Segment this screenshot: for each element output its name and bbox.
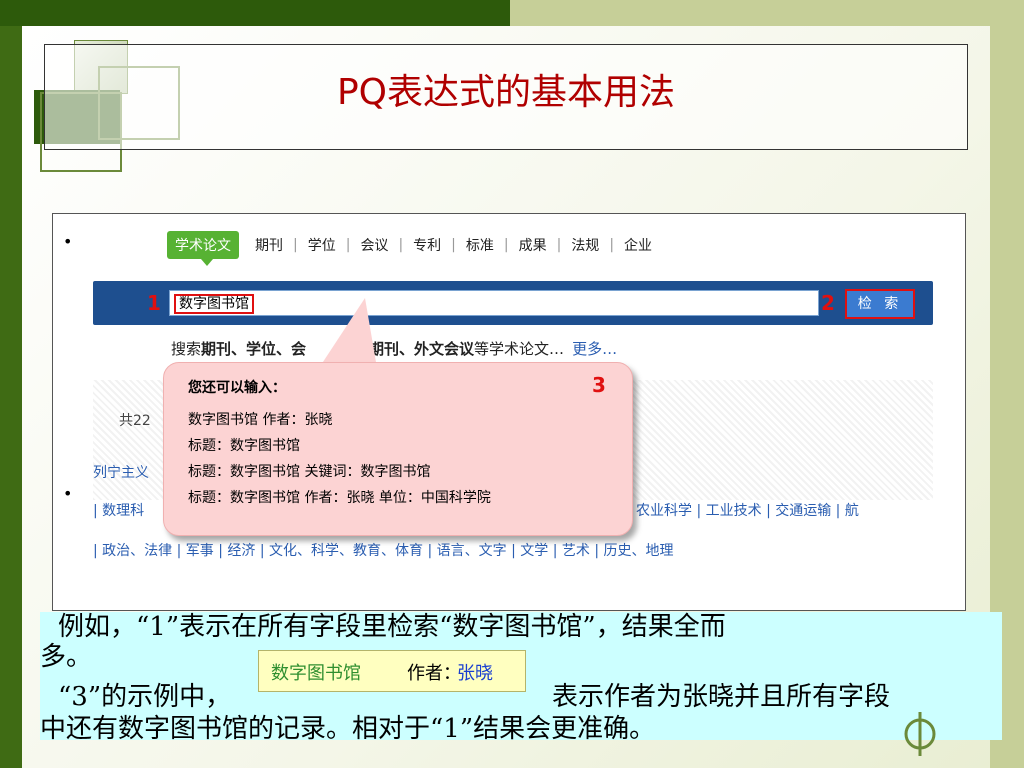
explanation-line-4: 中还有数字图书馆的记录。相对于“1”结果会更准确。 bbox=[40, 714, 656, 744]
title-box: PQ表达式的基本用法 bbox=[44, 44, 968, 150]
tab-regulations[interactable]: 法规 bbox=[571, 235, 599, 255]
suggestion-item[interactable]: 标题：数字图书馆 作者：张晓 单位：中国科学院 bbox=[188, 487, 491, 507]
more-link[interactable]: 更多… bbox=[572, 340, 617, 358]
tab-separator: | bbox=[451, 237, 456, 253]
category-link[interactable]: 列宁主义 bbox=[93, 462, 149, 482]
tab-conferences[interactable]: 会议 bbox=[360, 235, 388, 255]
explanation-box: 例如，“1”表示在所有字段里检索“数字图书馆”，结果全而 多。 “3”的示例中，… bbox=[40, 612, 1002, 744]
search-hint: 搜索期刊、学位、会 文期刊、外文会议等学术论文… 更多… bbox=[171, 338, 617, 359]
explanation-line-2: 多。 bbox=[40, 642, 93, 672]
suggestion-item[interactable]: 数字图书馆 作者：张晓 bbox=[188, 409, 332, 429]
search-button[interactable]: 检 索 bbox=[845, 289, 915, 319]
bullet: • bbox=[63, 484, 73, 503]
search-bar: 1 数字图书馆 2 检 索 bbox=[93, 281, 933, 325]
marker-2: 2 bbox=[821, 291, 835, 315]
tab-separator: | bbox=[398, 237, 404, 253]
top-decor-band-light bbox=[510, 0, 1024, 26]
screenshot-panel: • • 学术论文 期刊 | 学位 | 会议 | 专利 | 标准 | 成果 | 法规 | 企业 … bbox=[52, 213, 966, 611]
tab-separator: | bbox=[345, 237, 351, 253]
tab-degrees[interactable]: 学位 bbox=[308, 235, 336, 255]
search-tabs: 学术论文 期刊 | 学位 | 会议 | 专利 | 标准 | 成果 | 法规 | 企业 bbox=[167, 230, 658, 266]
slide: PQ表达式的基本用法 • • 学术论文 期刊 | 学位 | 会议 | 专利 | 标准 | … bbox=[0, 0, 1024, 768]
tab-enterprises[interactable]: 企业 bbox=[624, 235, 652, 255]
hint-prefix: 搜索 bbox=[171, 340, 202, 358]
bullet: • bbox=[63, 232, 73, 251]
search-input[interactable]: 数字图书馆 bbox=[169, 290, 819, 316]
suggestion-item[interactable]: 标题：数字图书馆 bbox=[188, 435, 300, 455]
hint-suffix: 等学术论文… bbox=[474, 340, 565, 358]
marker-3: 3 bbox=[592, 373, 606, 397]
tab-separator: | bbox=[293, 237, 298, 253]
tab-standards[interactable]: 标准 bbox=[466, 235, 494, 255]
suggestion-item[interactable]: 标题：数字图书馆 关键词：数字图书馆 bbox=[188, 461, 430, 481]
example-part-3: 张晓 bbox=[457, 663, 493, 684]
hint-bold-1: 期刊、学位、会 bbox=[201, 340, 307, 358]
category-row-1-left[interactable]: | 数理科 bbox=[93, 500, 144, 520]
explanation-line-1: 例如，“1”表示在所有字段里检索“数字图书馆”，结果全而 bbox=[58, 612, 726, 642]
category-row-1-right[interactable]: 农业科学 | 工业技术 | 交通运输 | 航 bbox=[636, 500, 859, 520]
search-input-value: 数字图书馆 bbox=[174, 294, 254, 314]
tab-journals[interactable]: 期刊 bbox=[255, 235, 283, 255]
result-count: 共22 bbox=[119, 413, 151, 429]
tab-academic-papers[interactable]: 学术论文 bbox=[167, 231, 239, 266]
tab-separator: | bbox=[556, 237, 562, 253]
marker-1: 1 bbox=[147, 291, 161, 315]
callout-header: 您还可以输入： bbox=[188, 380, 286, 396]
example-part-2: 作者： bbox=[407, 663, 461, 684]
decor-ornament-icon bbox=[904, 712, 936, 756]
example-part-1: 数字图书馆 bbox=[271, 663, 361, 684]
tab-separator: | bbox=[609, 237, 615, 253]
category-row-2[interactable]: | 政治、法律 | 军事 | 经济 | 文化、科学、教育、体育 | 语言、文字 … bbox=[93, 540, 674, 560]
slide-title: PQ表达式的基本用法 bbox=[336, 72, 676, 113]
tab-separator: | bbox=[503, 237, 509, 253]
suggestion-callout: 您还可以输入： 3 数字图书馆 作者：张晓 标题：数字图书馆 标题：数字图书馆 … bbox=[163, 362, 633, 536]
tab-achievements[interactable]: 成果 bbox=[519, 235, 547, 255]
example-query-image: 数字图书馆 作者： 张晓 bbox=[258, 650, 526, 692]
tab-patents[interactable]: 专利 bbox=[413, 235, 441, 255]
top-decor-band bbox=[0, 0, 510, 26]
callout-pointer bbox=[319, 298, 377, 368]
left-decor-band bbox=[0, 26, 22, 768]
